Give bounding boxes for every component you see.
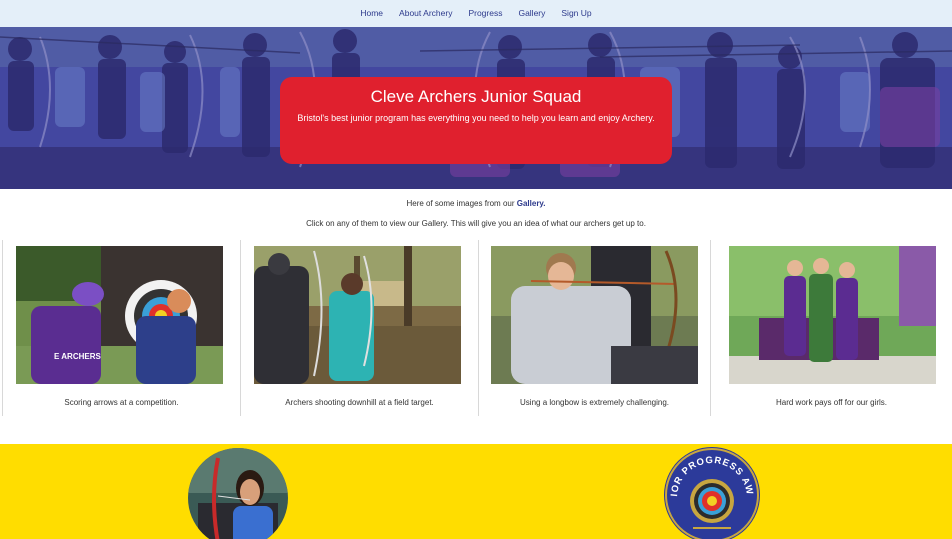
gallery-intro-text: Here of some images from our [406, 199, 515, 208]
gallery-card[interactable]: E ARCHERS Scoring arrows at a competitio… [2, 240, 240, 416]
svg-text:E ARCHERS: E ARCHERS [54, 352, 101, 361]
top-nav: Home About Archery Progress Gallery Sign… [0, 0, 952, 27]
gallery-image-podium[interactable] [729, 246, 936, 384]
progress-section: JUNIOR PROGRESS AWARD [0, 444, 952, 539]
nav-about-archery[interactable]: About Archery [391, 0, 460, 27]
gallery-card[interactable]: Archers shooting downhill at a field tar… [240, 240, 478, 416]
hero-title: Cleve Archers Junior Squad [370, 87, 582, 106]
gallery-caption: Using a longbow is extremely challenging… [520, 398, 669, 407]
nav-progress[interactable]: Progress [460, 0, 510, 27]
gallery-caption: Scoring arrows at a competition. [64, 398, 179, 407]
gallery-card[interactable]: Using a longbow is extremely challenging… [478, 240, 710, 416]
gallery-card[interactable]: Hard work pays off for our girls. [710, 240, 952, 416]
gallery-link[interactable]: Gallery. [517, 199, 546, 208]
gallery-image-field-target[interactable] [254, 246, 461, 384]
nav-home[interactable]: Home [352, 0, 391, 27]
gallery-image-competition[interactable]: E ARCHERS [16, 246, 223, 384]
hero-subtitle: Bristol's best junior program has everyt… [297, 113, 655, 123]
nav-gallery[interactable]: Gallery [510, 0, 553, 27]
gallery-image-longbow[interactable] [491, 246, 698, 384]
gallery-caption: Archers shooting downhill at a field tar… [285, 398, 434, 407]
archer-portrait-image[interactable] [188, 448, 288, 539]
gallery-caption: Hard work pays off for our girls. [775, 398, 887, 407]
nav-sign-up[interactable]: Sign Up [553, 0, 599, 27]
hero-banner: Cleve Archers Junior Squad Bristol's bes… [0, 27, 952, 189]
gallery-intro: Here of some images from our Gallery. [0, 199, 952, 208]
gallery-instructions: Click on any of them to view our Gallery… [306, 219, 646, 228]
hero-title-card: Cleve Archers Junior Squad Bristol's bes… [280, 77, 672, 164]
junior-progress-award-badge: JUNIOR PROGRESS AWARD [663, 446, 761, 539]
